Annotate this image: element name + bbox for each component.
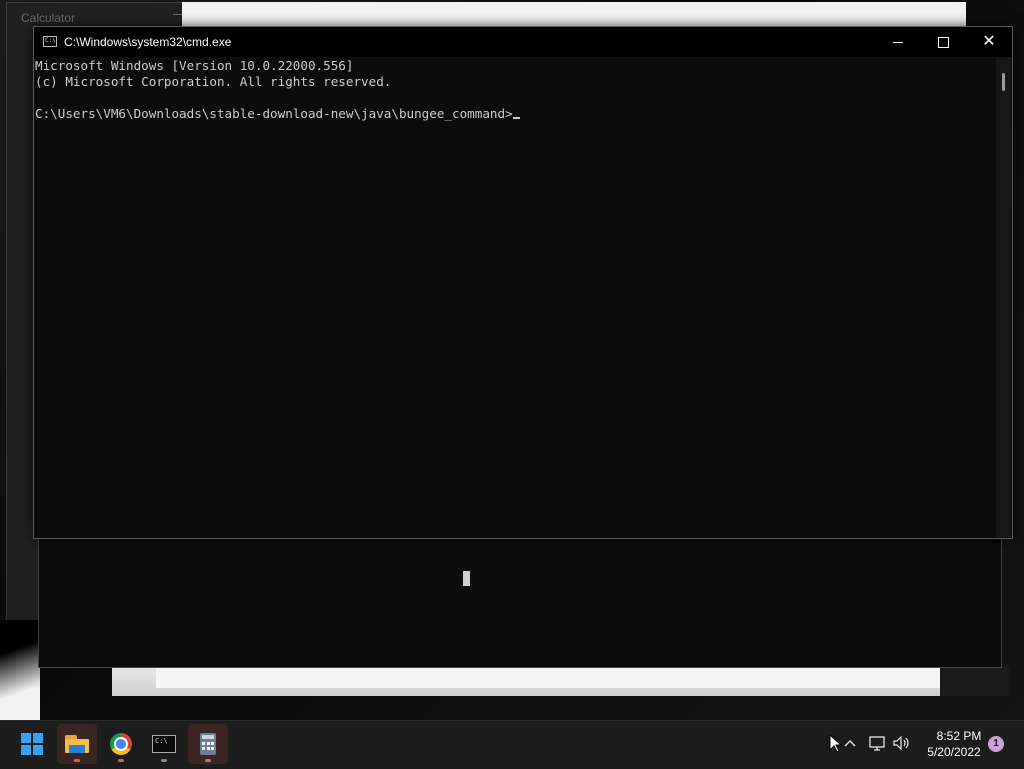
start-button[interactable] [12, 724, 52, 764]
cmd-app-icon: C:\ [43, 36, 57, 47]
network-icon[interactable] [868, 735, 888, 751]
taskbar-calculator[interactable] [188, 724, 228, 764]
mouse-pointer-icon [829, 734, 843, 753]
volume-icon[interactable] [892, 735, 912, 751]
clock-time[interactable]: 8:52 PM [934, 729, 984, 743]
notification-badge[interactable]: 1 [988, 736, 1004, 752]
background-console-ghost [38, 536, 1002, 668]
ghost-text-cursor [463, 571, 470, 586]
vertical-scrollbar[interactable] [996, 57, 1011, 537]
background-window-edge [0, 620, 40, 720]
taskbar-file-explorer[interactable] [57, 724, 97, 764]
close-icon: ✕ [982, 33, 996, 50]
console-output[interactable]: Microsoft Windows [Version 10.0.22000.55… [34, 57, 996, 537]
text-cursor [512, 117, 520, 119]
maximize-icon [937, 36, 949, 48]
background-window-strip [182, 2, 966, 26]
minimize-button[interactable] [875, 27, 921, 57]
taskbar-chrome[interactable] [101, 724, 141, 764]
maximize-button[interactable] [920, 27, 966, 57]
cmd-titlebar[interactable]: C:\ C:\Windows\system32\cmd.exe ✕ [34, 27, 1012, 57]
background-window-ghost-bar-inner [156, 666, 940, 688]
terminal-icon: C:\ [152, 735, 176, 753]
calculator-title: Calculator [21, 11, 76, 25]
minimize-icon [893, 41, 903, 43]
windows-logo-icon [21, 733, 43, 755]
chevron-up-icon[interactable] [843, 737, 857, 749]
running-indicator [74, 759, 80, 762]
taskbar-command-prompt[interactable]: C:\ [144, 724, 184, 764]
console-prompt-line[interactable]: C:\Users\VM6\Downloads\stable-download-n… [35, 106, 520, 121]
running-indicator [161, 759, 167, 762]
chrome-icon [110, 733, 132, 755]
console-line: (c) Microsoft Corporation. All rights re… [35, 74, 392, 89]
cmd-window[interactable]: C:\ C:\Windows\system32\cmd.exe ✕ Micros… [33, 26, 1013, 539]
folder-icon [65, 735, 89, 753]
cmd-window-title: C:\Windows\system32\cmd.exe [64, 35, 232, 49]
clock-date[interactable]: 5/20/2022 [922, 745, 986, 759]
console-line: Microsoft Windows [Version 10.0.22000.55… [35, 58, 354, 73]
scrollbar-thumb[interactable] [1002, 73, 1005, 91]
running-indicator [118, 759, 124, 762]
close-button[interactable]: ✕ [966, 27, 1012, 57]
running-indicator [205, 759, 211, 762]
calculator-icon [200, 733, 216, 755]
console-prompt: C:\Users\VM6\Downloads\stable-download-n… [35, 106, 513, 121]
